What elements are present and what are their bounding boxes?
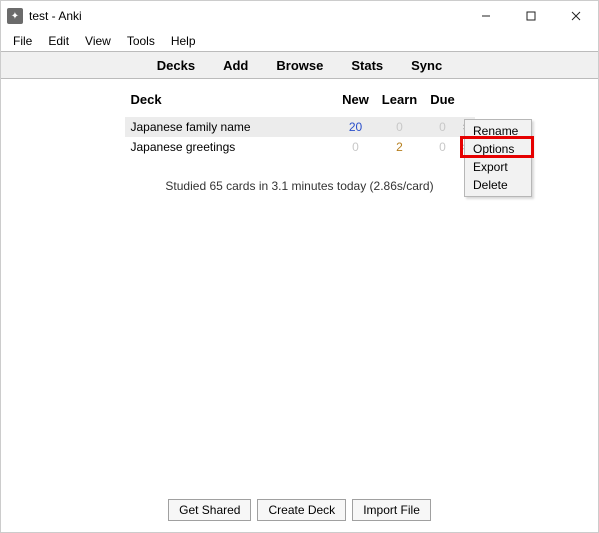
- deck-learn-count: 0: [396, 120, 403, 134]
- deck-due-count: 0: [439, 120, 446, 134]
- deck-row[interactable]: Japanese greetings 0 2 0 ✲: [125, 137, 475, 157]
- deck-row[interactable]: Japanese family name 20 0 0 ✲: [125, 117, 475, 137]
- col-header-new: New: [335, 92, 377, 107]
- minimize-button[interactable]: [463, 1, 508, 31]
- titlebar: ✦ test - Anki: [1, 1, 598, 31]
- ctx-delete[interactable]: Delete: [467, 176, 529, 194]
- menu-help[interactable]: Help: [163, 33, 204, 49]
- col-header-learn: Learn: [377, 92, 423, 107]
- deck-link[interactable]: Japanese greetings: [131, 140, 236, 154]
- menu-edit[interactable]: Edit: [40, 33, 77, 49]
- tab-sync[interactable]: Sync: [397, 58, 456, 73]
- footer: Get Shared Create Deck Import File: [1, 488, 598, 532]
- menu-tools[interactable]: Tools: [119, 33, 163, 49]
- tab-browse[interactable]: Browse: [262, 58, 337, 73]
- create-deck-button[interactable]: Create Deck: [257, 499, 346, 521]
- window-controls: [463, 1, 598, 31]
- maximize-button[interactable]: [508, 1, 553, 31]
- window-title: test - Anki: [29, 9, 82, 23]
- ctx-rename[interactable]: Rename: [467, 122, 529, 140]
- col-header-deck: Deck: [125, 92, 335, 107]
- toolbar: Decks Add Browse Stats Sync: [1, 51, 598, 79]
- deck-new-count: 0: [352, 140, 359, 154]
- import-file-button[interactable]: Import File: [352, 499, 431, 521]
- tab-decks[interactable]: Decks: [143, 58, 209, 73]
- tab-add[interactable]: Add: [209, 58, 262, 73]
- col-header-due: Due: [423, 92, 463, 107]
- ctx-export[interactable]: Export: [467, 158, 529, 176]
- deck-learn-count: 2: [396, 140, 403, 154]
- get-shared-button[interactable]: Get Shared: [168, 499, 251, 521]
- close-button[interactable]: [553, 1, 598, 31]
- deck-due-count: 0: [439, 140, 446, 154]
- menu-view[interactable]: View: [77, 33, 119, 49]
- deck-new-count: 20: [349, 120, 362, 134]
- menu-file[interactable]: File: [5, 33, 40, 49]
- deck-context-menu: Rename Options Export Delete: [464, 119, 532, 197]
- tab-stats[interactable]: Stats: [337, 58, 397, 73]
- ctx-options[interactable]: Options: [467, 140, 529, 158]
- menubar: File Edit View Tools Help: [1, 31, 598, 51]
- app-icon: ✦: [7, 8, 23, 24]
- deck-table: Deck New Learn Due Japanese family name …: [125, 90, 475, 157]
- deck-link[interactable]: Japanese family name: [131, 120, 251, 134]
- deck-table-header: Deck New Learn Due: [125, 90, 475, 117]
